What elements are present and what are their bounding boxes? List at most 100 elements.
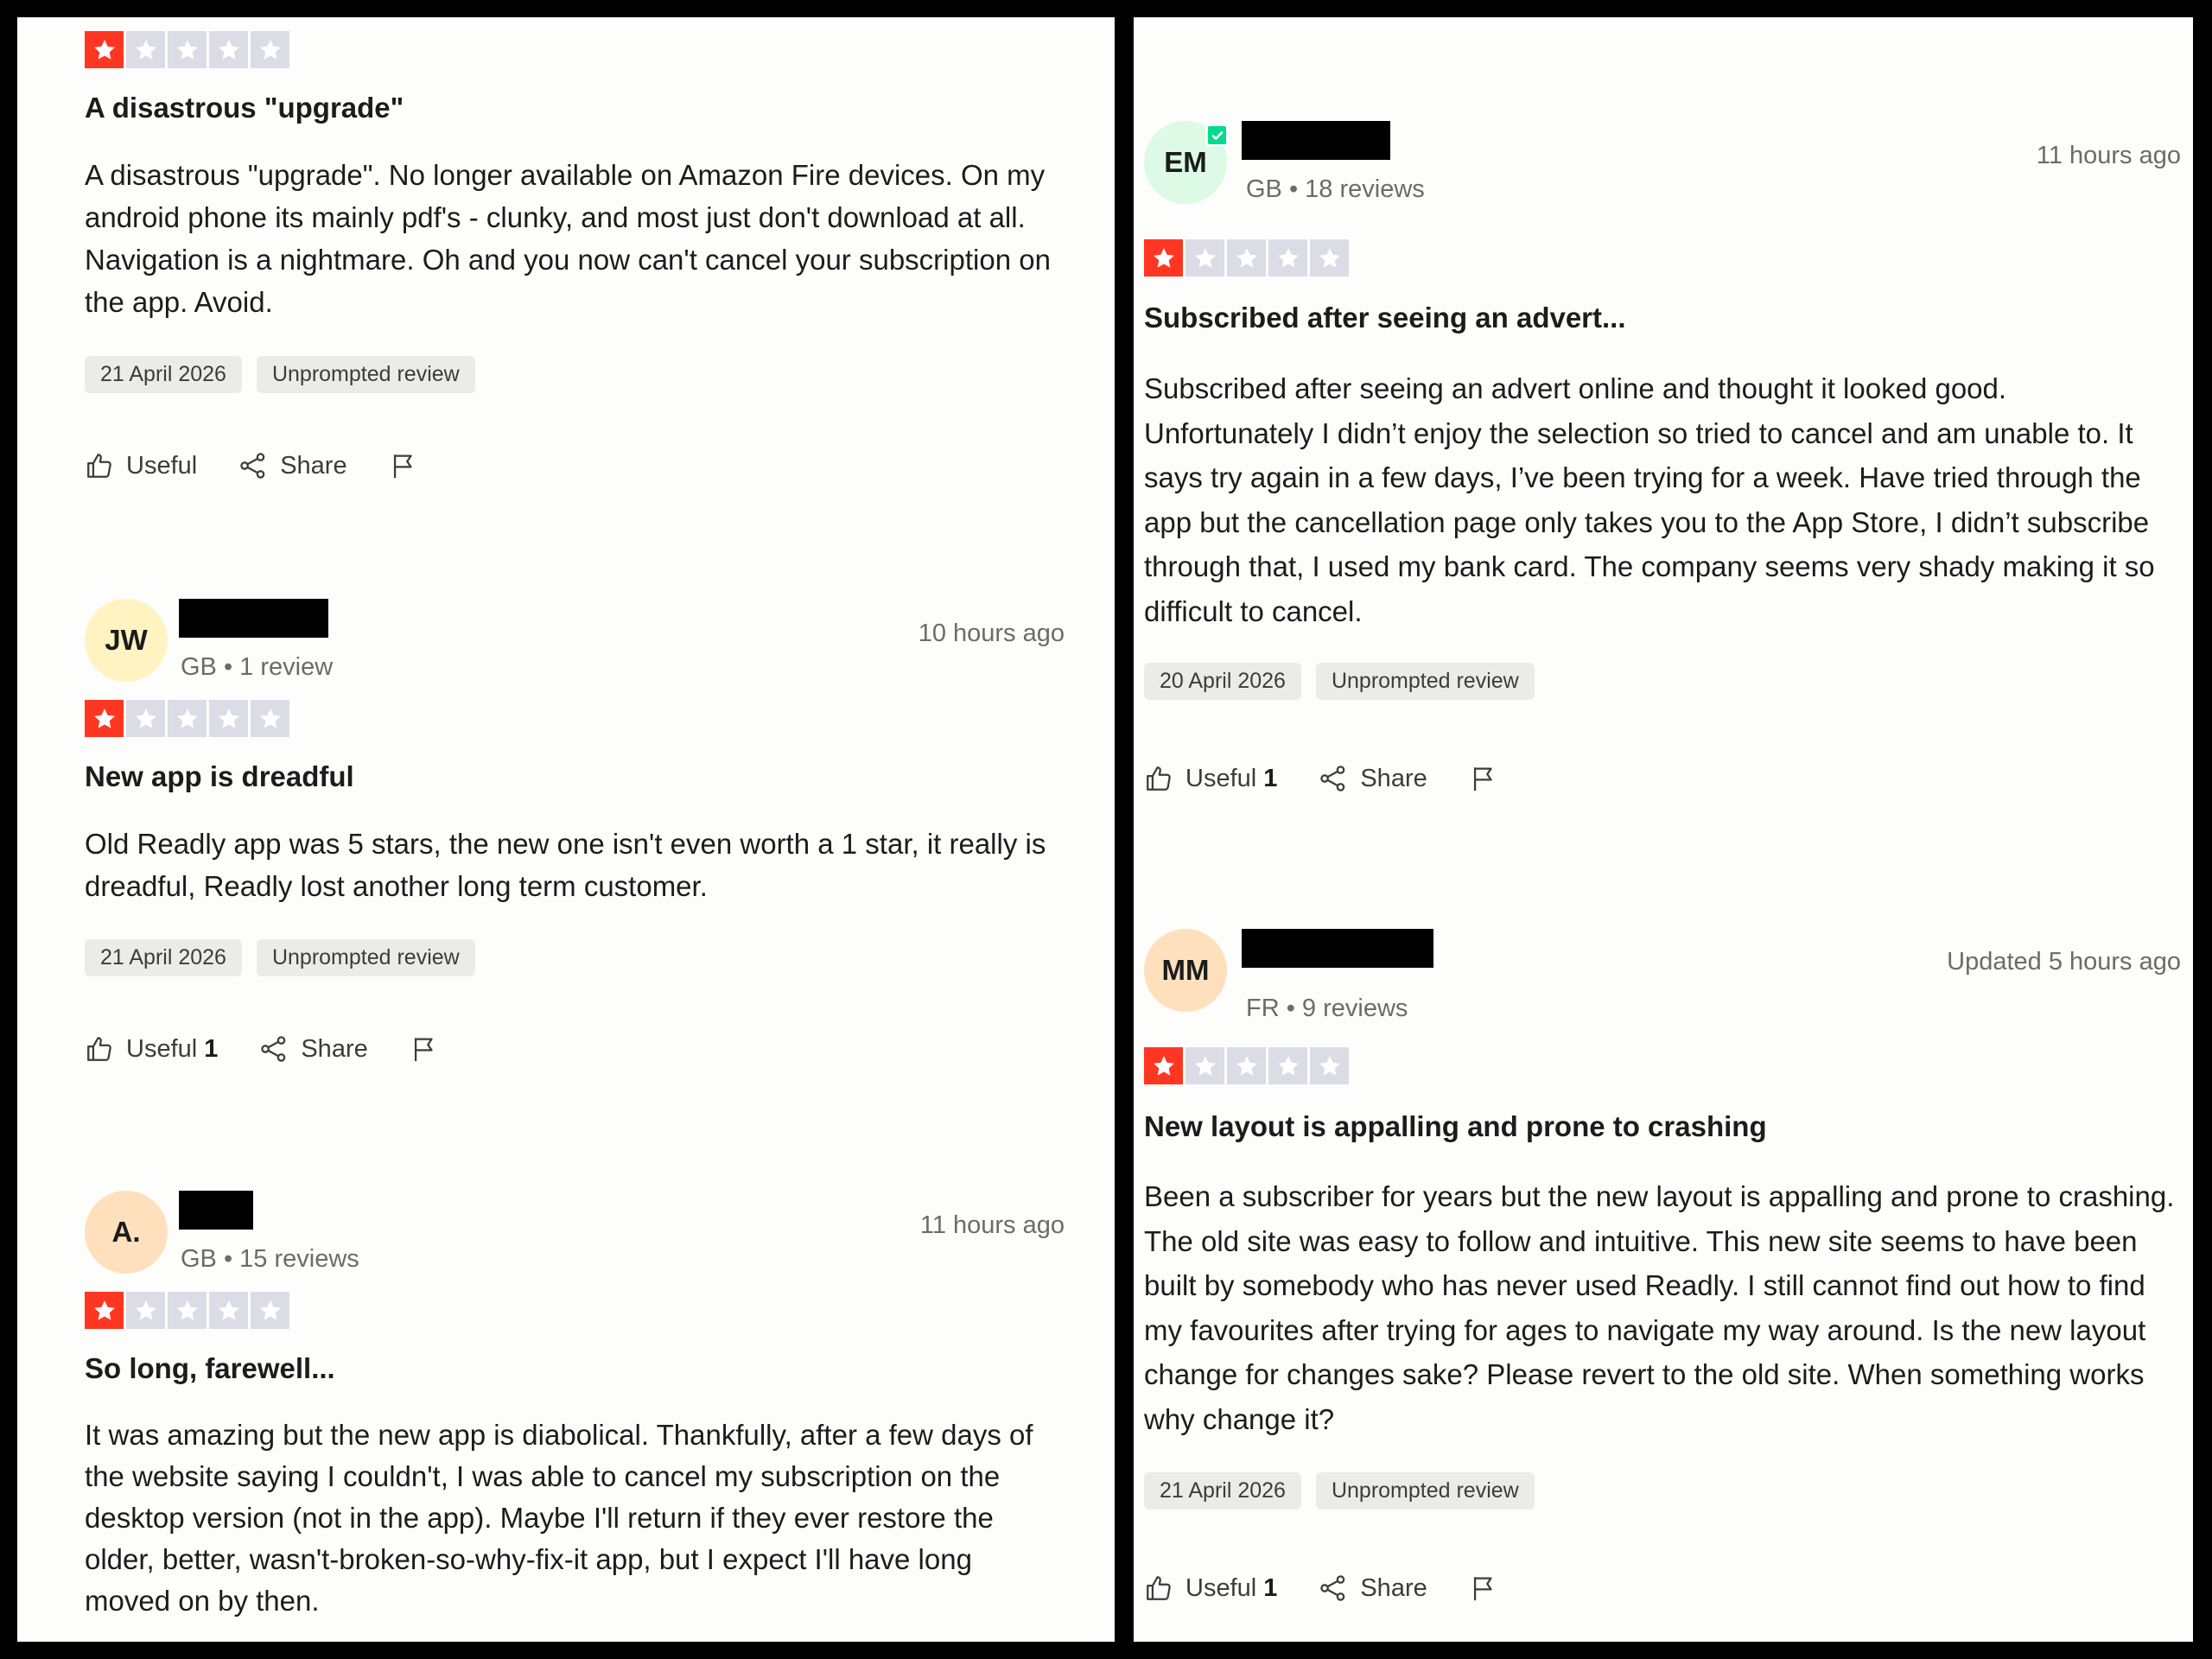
thumbs-up-icon xyxy=(85,451,114,480)
reviews-panel-left: A disastrous "upgrade" A disastrous "upg… xyxy=(17,17,1115,1642)
useful-count: 1 xyxy=(1263,1573,1278,1602)
star-rating xyxy=(1144,1047,2181,1084)
star-icon xyxy=(1144,1047,1183,1084)
useful-label: Useful xyxy=(1185,764,1257,792)
star-icon xyxy=(126,31,165,68)
review-card: EM GB • 18 reviews 11 hours ago Subscrib… xyxy=(1134,121,2193,796)
useful-label: Useful xyxy=(126,1034,198,1063)
share-button[interactable]: Share xyxy=(1319,764,1427,793)
star-icon xyxy=(1310,239,1349,276)
share-icon xyxy=(1319,764,1348,793)
avatar[interactable]: MM xyxy=(1144,929,1227,1012)
experience-date-badge: 21 April 2026 xyxy=(1144,1472,1301,1510)
avatar[interactable]: JW xyxy=(85,599,168,682)
star-icon xyxy=(1227,239,1266,276)
share-label: Share xyxy=(1360,1573,1427,1602)
useful-button[interactable]: Useful 1 xyxy=(85,1034,218,1064)
thumbs-up-icon xyxy=(85,1034,114,1064)
flag-icon xyxy=(1469,1573,1498,1603)
star-icon xyxy=(251,700,289,737)
experience-date-badge: 20 April 2026 xyxy=(1144,663,1301,700)
redacted-reviewer-name xyxy=(1242,121,1390,160)
experience-date-badge: 21 April 2026 xyxy=(85,356,242,393)
star-icon xyxy=(1310,1047,1349,1084)
star-icon xyxy=(251,31,289,68)
review-date: Updated 5 hours ago xyxy=(1947,948,2181,976)
star-icon xyxy=(209,700,248,737)
star-rating xyxy=(1144,239,2181,276)
star-icon xyxy=(1185,1047,1224,1084)
report-flag-button[interactable] xyxy=(1469,764,1498,793)
star-icon xyxy=(126,1292,165,1329)
share-button[interactable]: Share xyxy=(1319,1573,1427,1603)
star-icon xyxy=(85,31,124,68)
unprompted-review-badge[interactable]: Unprompted review xyxy=(1315,1472,1535,1510)
flag-icon xyxy=(1469,764,1498,793)
thumbs-up-icon xyxy=(1144,764,1173,793)
review-card: JW GB • 1 review 10 hours ago New app is… xyxy=(17,599,1115,1066)
star-rating xyxy=(85,700,1065,737)
redacted-reviewer-name xyxy=(1242,929,1433,968)
star-rating xyxy=(85,1292,1065,1329)
star-icon xyxy=(209,31,248,68)
review-body: Old Readly app was 5 stars, the new one … xyxy=(85,828,1046,902)
review-title[interactable]: So long, farewell... xyxy=(85,1351,1065,1386)
useful-label: Useful xyxy=(126,451,198,480)
review-body: It was amazing but the new app is diabol… xyxy=(85,1419,1033,1617)
review-title[interactable]: New app is dreadful xyxy=(85,760,1065,794)
useful-label: Useful xyxy=(1185,1573,1257,1602)
reviewer-meta: GB • 18 reviews xyxy=(1246,175,1425,203)
review-body: Subscribed after seeing an advert online… xyxy=(1144,372,2155,627)
useful-button[interactable]: Useful xyxy=(85,451,197,480)
share-icon xyxy=(1319,1573,1348,1603)
star-icon xyxy=(168,1292,207,1329)
star-icon xyxy=(168,31,207,68)
report-flag-button[interactable] xyxy=(389,451,418,480)
flag-icon xyxy=(410,1034,439,1064)
star-icon xyxy=(1227,1047,1266,1084)
review-title[interactable]: New layout is appalling and prone to cra… xyxy=(1144,1109,2181,1144)
reviewer-meta: GB • 1 review xyxy=(181,653,334,681)
share-icon xyxy=(238,451,268,480)
share-icon xyxy=(259,1034,289,1064)
report-flag-button[interactable] xyxy=(410,1034,439,1064)
review-date: 11 hours ago xyxy=(919,1211,1065,1239)
star-rating xyxy=(85,31,1065,68)
verified-check-icon xyxy=(1205,124,1229,147)
thumbs-up-icon xyxy=(1144,1573,1173,1603)
experience-date-badge: 21 April 2026 xyxy=(85,939,242,976)
star-icon xyxy=(1185,239,1224,276)
review-date: 10 hours ago xyxy=(918,620,1065,647)
useful-count: 1 xyxy=(204,1034,219,1063)
star-icon xyxy=(1144,239,1183,276)
star-icon xyxy=(126,700,165,737)
useful-button[interactable]: Useful 1 xyxy=(1144,764,1277,793)
review-date: 11 hours ago xyxy=(2036,142,2181,169)
useful-button[interactable]: Useful 1 xyxy=(1144,1573,1277,1603)
unprompted-review-badge[interactable]: Unprompted review xyxy=(1315,663,1535,700)
star-icon xyxy=(1268,239,1307,276)
review-title[interactable]: A disastrous "upgrade" xyxy=(85,91,1065,125)
redacted-reviewer-name xyxy=(179,599,328,638)
reviews-panel-right: EM GB • 18 reviews 11 hours ago Subscrib… xyxy=(1134,17,2193,1642)
share-label: Share xyxy=(301,1034,368,1063)
review-body: Been a subscriber for years but the new … xyxy=(1144,1180,2175,1435)
share-label: Share xyxy=(280,451,347,480)
review-title[interactable]: Subscribed after seeing an advert... xyxy=(1144,301,2181,335)
avatar[interactable]: A. xyxy=(85,1191,168,1274)
flag-icon xyxy=(389,451,418,480)
unprompted-review-badge[interactable]: Unprompted review xyxy=(256,356,475,393)
unprompted-review-badge[interactable]: Unprompted review xyxy=(256,939,475,976)
star-icon xyxy=(1268,1047,1307,1084)
review-card: A. GB • 15 reviews 11 hours ago So long,… xyxy=(17,1191,1115,1622)
share-button[interactable]: Share xyxy=(238,451,347,480)
star-icon xyxy=(168,700,207,737)
share-button[interactable]: Share xyxy=(259,1034,368,1064)
review-card: A disastrous "upgrade" A disastrous "upg… xyxy=(17,31,1115,483)
reviewer-meta: GB • 15 reviews xyxy=(181,1245,359,1273)
star-icon xyxy=(85,700,124,737)
report-flag-button[interactable] xyxy=(1469,1573,1498,1603)
star-icon xyxy=(251,1292,289,1329)
redacted-reviewer-name xyxy=(179,1191,253,1230)
reviewer-meta: FR • 9 reviews xyxy=(1246,995,1408,1022)
